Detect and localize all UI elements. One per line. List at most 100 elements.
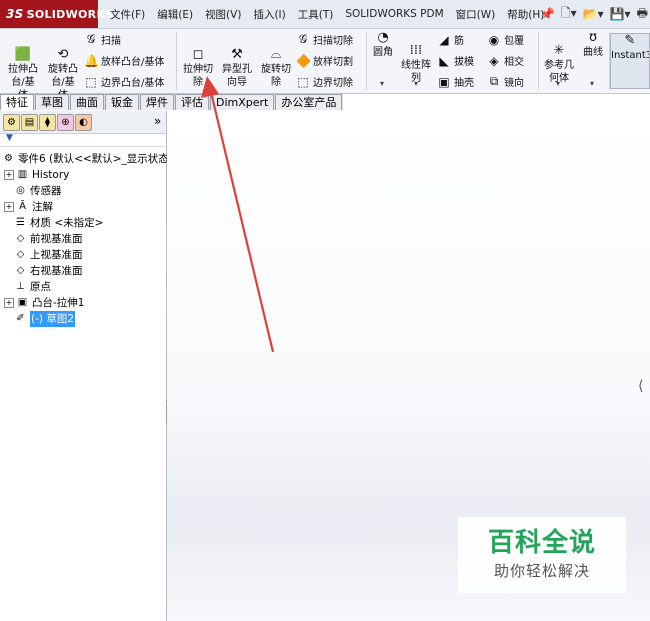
tree-item-label: 材质 <未指定> xyxy=(30,217,104,229)
property-manager-tab-icon[interactable]: ▤ xyxy=(21,114,38,131)
pattern-dropdown-icon[interactable]: ▾ xyxy=(414,79,418,88)
solidworks-logo[interactable]: 3S SOLIDWORKS xyxy=(0,0,113,28)
expand-icon[interactable]: + xyxy=(4,170,14,180)
shell-icon: ▣ xyxy=(438,74,450,89)
extrude-boss-icon: 🟩 xyxy=(14,47,32,62)
instant3d-icon: ✎ xyxy=(624,33,636,48)
tree-item-top-plane[interactable]: ◇ 上视基准面 xyxy=(14,247,83,263)
tab-dimxpert[interactable]: DimXpert xyxy=(210,94,275,110)
shell-button[interactable]: ▣ 抽壳 xyxy=(437,74,474,90)
menu-window[interactable]: 窗口(W) xyxy=(450,7,502,22)
expand-icon[interactable]: + xyxy=(4,298,14,308)
loft-cut-button[interactable]: 🔶 放样切割 xyxy=(296,53,353,69)
reference-geometry-dropdown-icon[interactable]: ▾ xyxy=(556,79,560,88)
wrap-button[interactable]: ◉ 包覆 xyxy=(487,32,524,48)
tab-surfaces[interactable]: 曲面 xyxy=(70,94,104,110)
sweep-cut-button[interactable]: 𝒢 扫描切除 xyxy=(296,32,353,47)
tree-item-right-plane[interactable]: ◇ 右视基准面 xyxy=(14,263,83,279)
tree-item-sensors[interactable]: ◎ 传感器 xyxy=(14,183,61,199)
menu-view[interactable]: 视图(V) xyxy=(199,7,247,22)
instant3d-button[interactable]: ✎ Instant3 xyxy=(610,33,650,89)
tree-item-label: 原点 xyxy=(30,281,51,293)
menu-tools[interactable]: 工具(T) xyxy=(292,7,340,22)
curves-dropdown-icon[interactable]: ▾ xyxy=(590,79,594,88)
save-icon[interactable]: 💾▾ xyxy=(610,7,631,21)
boundary-cut-icon: ⬚ xyxy=(297,74,309,89)
loft-cut-icon: 🔶 xyxy=(296,53,311,68)
tree-filter[interactable]: ▼ xyxy=(0,133,166,147)
tree-item-sketch2[interactable]: ✐ (-) 草图2 xyxy=(14,311,75,327)
menu-pdm[interactable]: SOLIDWORKS PDM xyxy=(339,8,449,20)
pane-toolbar: ⚙ ▤ ⧫ ⊕ ◐ » xyxy=(0,111,166,134)
main-menu: 文件(F) 编辑(E) 视图(V) 插入(I) 工具(T) SOLIDWORKS… xyxy=(104,0,550,28)
reference-geometry-button[interactable]: ✳ 参考几 何体 xyxy=(541,31,577,85)
tab-sketch[interactable]: 草图 xyxy=(35,94,69,110)
menu-edit[interactable]: 编辑(E) xyxy=(151,7,199,22)
hole-wizard-button[interactable]: ⚒ 异型孔 向导 xyxy=(218,35,256,89)
extrude-boss-button[interactable]: 🟩拉伸凸 台/基 体 xyxy=(4,35,42,102)
tab-evaluate[interactable]: 评估 xyxy=(175,94,209,110)
print-icon[interactable]: 🖶 xyxy=(637,4,648,25)
sweep-cut-label: 扫描切除 xyxy=(313,36,353,47)
revolve-boss-button[interactable]: ⟲旋转凸 台/基 体 xyxy=(44,35,82,102)
intersect-button[interactable]: ◈ 相交 xyxy=(487,53,524,69)
tab-sheet-metal[interactable]: 钣金 xyxy=(105,94,139,110)
curves-button[interactable]: ʊ 曲线 xyxy=(579,31,607,59)
display-manager-tab-icon[interactable]: ◐ xyxy=(75,114,92,131)
mirror-icon: ⧉ xyxy=(489,74,499,88)
revolve-boss-icon: ⟲ xyxy=(57,47,69,62)
quick-access-toolbar: 📌 🗋▾ 📂▾ 💾▾ 🖶 xyxy=(540,0,648,28)
menu-insert[interactable]: 插入(I) xyxy=(247,7,291,22)
loft-boss-button[interactable]: 🔔 放样凸台/基体 xyxy=(84,53,165,69)
intersect-label: 相交 xyxy=(504,57,524,68)
dimxpert-manager-tab-icon[interactable]: ⊕ xyxy=(57,114,74,131)
annotation-icon: Ā xyxy=(19,201,26,212)
plane-icon: ◇ xyxy=(16,249,25,260)
tree-item-origin[interactable]: ⊥ 原点 xyxy=(14,279,51,295)
extrude-cut-icon: ◻ xyxy=(192,47,204,62)
tree-item-front-plane[interactable]: ◇ 前视基准面 xyxy=(14,231,83,247)
curves-label: 曲线 xyxy=(583,47,603,58)
new-document-icon[interactable]: 🗋▾ xyxy=(561,4,577,25)
draft-button[interactable]: ◣ 拔模 xyxy=(437,53,474,69)
divider xyxy=(366,32,367,90)
fillet-button[interactable]: ◔ 圆角 xyxy=(369,31,397,59)
tab-office-products[interactable]: 办公室产品 xyxy=(275,94,343,110)
logo-text: SOLIDWORKS xyxy=(26,7,114,21)
expand-icon[interactable]: + xyxy=(4,202,14,212)
revolve-cut-button[interactable]: ⌓ 旋转切 除 xyxy=(258,35,294,89)
sweep-icon: 𝒢 xyxy=(86,32,96,46)
menu-file[interactable]: 文件(F) xyxy=(104,7,151,22)
linear-pattern-button[interactable]: ⁞⁞⁞ 线性阵 列 xyxy=(399,31,433,85)
tree-root-part[interactable]: ⚙ 零件6 (默认<<默认>_显示状态 xyxy=(2,151,169,167)
linear-pattern-icon: ⁞⁞⁞ xyxy=(409,43,423,58)
open-folder-icon[interactable]: 📂▾ xyxy=(583,7,604,21)
filter-icon[interactable]: ▼ xyxy=(6,133,13,143)
fillet-dropdown-icon[interactable]: ▾ xyxy=(380,79,384,88)
tree-item-history[interactable]: + ▥ History xyxy=(4,167,69,183)
expand-pane-icon[interactable]: » xyxy=(154,114,161,128)
tab-weldments[interactable]: 焊件 xyxy=(140,94,174,110)
mirror-button[interactable]: ⧉ 镜向 xyxy=(487,74,524,89)
feature-manager-pane: ⚙ ▤ ⧫ ⊕ ◐ » ▼ ⚙ 零件6 (默认<<默认>_显示状态 + ▥ Hi… xyxy=(0,111,169,621)
boundary-boss-button[interactable]: ⬚ 边界凸台/基体 xyxy=(84,74,164,90)
extrude-feature-icon: ▣ xyxy=(17,297,28,308)
loft-cut-label: 放样切割 xyxy=(313,57,353,68)
tree-item-annotations[interactable]: + Ā 注解 xyxy=(4,199,53,215)
boundary-cut-button[interactable]: ⬚ 边界切除 xyxy=(296,74,353,90)
feature-manager-tab-icon[interactable]: ⚙ xyxy=(3,114,20,131)
fillet-label: 圆角 xyxy=(373,47,393,58)
rib-button[interactable]: ◢ 筋 xyxy=(437,32,464,48)
boundary-cut-label: 边界切除 xyxy=(313,78,353,89)
wrap-icon: ◉ xyxy=(488,32,500,47)
tree-item-material[interactable]: ☰ 材质 <未指定> xyxy=(14,215,103,231)
loft-boss-label: 放样凸台/基体 xyxy=(101,57,165,68)
pin-icon[interactable]: 📌 xyxy=(540,7,555,21)
tree-item-boss-extrude1[interactable]: + ▣ 凸台-拉伸1 xyxy=(4,295,84,311)
sweep-cut-icon: 𝒢 xyxy=(298,32,308,46)
extrude-cut-button[interactable]: ◻ 拉伸切 除 xyxy=(180,35,216,89)
sweep-button[interactable]: 𝒢 扫描 xyxy=(84,32,121,47)
tab-features[interactable]: 特征 xyxy=(0,94,34,110)
configuration-manager-tab-icon[interactable]: ⧫ xyxy=(39,114,56,131)
divider xyxy=(176,32,177,90)
